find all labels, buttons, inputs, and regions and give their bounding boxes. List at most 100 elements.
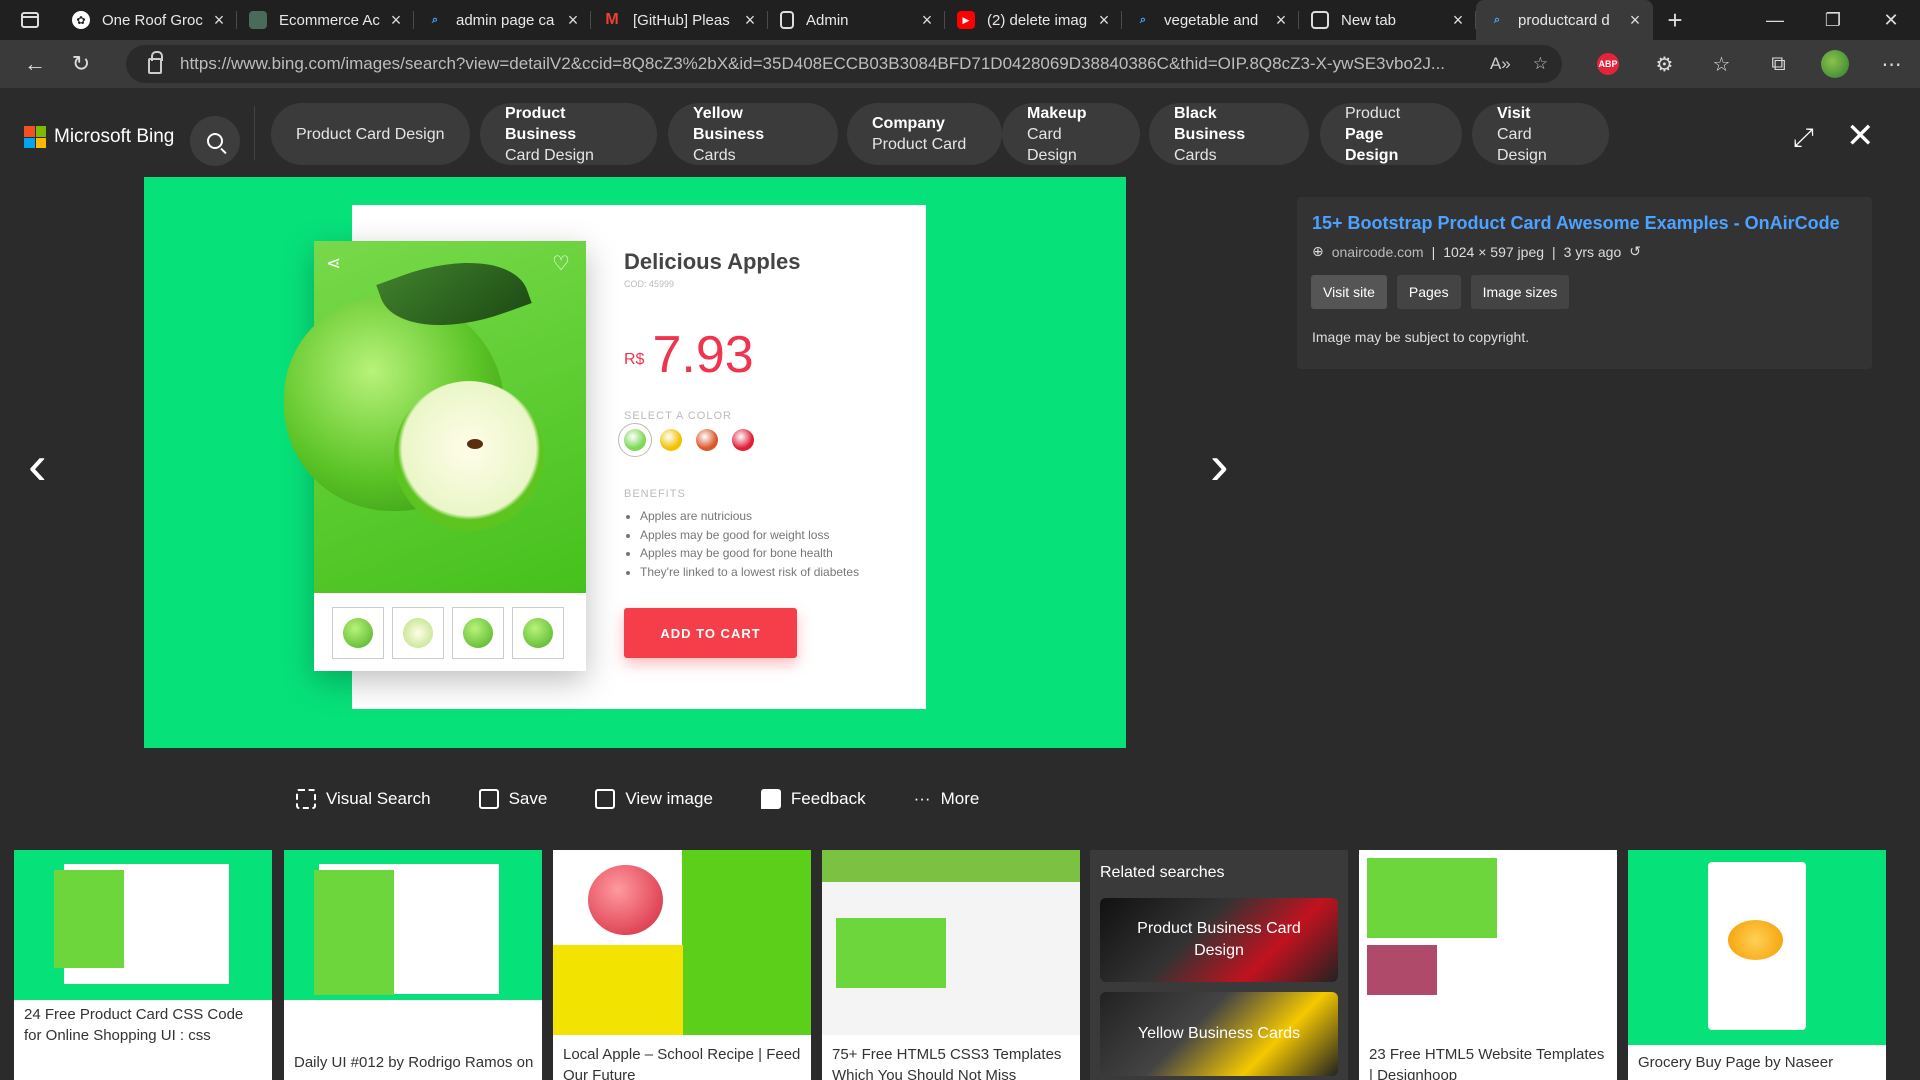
browser-tab[interactable]: ⌕ vegetable and × [1122, 0, 1299, 40]
browser-tab[interactable]: M [GitHub] Pleas × [591, 0, 768, 40]
image-sizes-button[interactable]: Image sizes [1470, 275, 1570, 309]
minimize-icon[interactable]: — [1746, 0, 1804, 40]
chip-label: Cards [1174, 146, 1217, 164]
close-tab-icon[interactable]: × [211, 10, 227, 31]
adblock-icon[interactable]: ABP [1597, 53, 1619, 75]
visual-search-icon [296, 789, 316, 809]
result-caption: Local Apple – School Recipe | Feed Our F… [563, 1046, 801, 1080]
visit-site-button[interactable]: Visit site [1311, 275, 1387, 309]
pages-button[interactable]: Pages [1396, 275, 1461, 309]
main-preview-image[interactable]: ⋖ ♡ Delicious Apples COD: 45999 R$ 7.93 … [144, 177, 1126, 748]
related-chip[interactable]: Product Business Card Design [480, 103, 657, 165]
related-chip[interactable]: Yellow Business Cards [668, 103, 838, 165]
close-tab-icon[interactable]: × [1273, 10, 1289, 31]
close-tab-icon[interactable]: × [388, 10, 404, 31]
browser-tab[interactable]: New tab × [1299, 0, 1476, 40]
related-chip[interactable]: Black Business Cards [1149, 103, 1309, 165]
result-card[interactable]: 23 Free HTML5 Website Templates | Design… [1359, 850, 1617, 1080]
apple-seed [467, 439, 483, 449]
result-card[interactable]: Grocery Buy Page by Naseer [1628, 850, 1886, 1080]
restore-icon[interactable]: ❐ [1804, 0, 1862, 40]
close-tab-icon[interactable]: × [1450, 10, 1466, 31]
view-image-button[interactable]: View image [595, 789, 713, 809]
refresh-icon[interactable]: ↻ [58, 44, 104, 84]
result-card[interactable]: 75+ Free HTML5 CSS3 Templates Which You … [822, 850, 1080, 1080]
benefit-item: Apples are nutricious [640, 507, 859, 526]
close-tab-icon[interactable]: × [565, 10, 581, 31]
close-tab-icon[interactable]: × [1096, 10, 1112, 31]
tab-title: Ecommerce Ac [279, 11, 380, 29]
price-value: 7.93 [652, 326, 754, 384]
action-label: Feedback [790, 789, 866, 808]
related-chip[interactable]: Product Card Design [271, 103, 470, 165]
related-search-item[interactable]: Yellow Business Cards [1100, 992, 1338, 1076]
url-field[interactable]: https://www.bing.com/images/search?view=… [126, 45, 1562, 83]
related-chip[interactable]: Product Page Design [1320, 103, 1462, 165]
result-card[interactable]: Local Apple – School Recipe | Feed Our F… [553, 850, 811, 1080]
chip-label: Product [1345, 104, 1401, 122]
close-window-icon[interactable]: ✕ [1862, 0, 1920, 40]
browser-tab[interactable]: ⌕ admin page ca × [414, 0, 591, 40]
browser-tab[interactable]: Admin × [768, 0, 945, 40]
benefits-label: BENEFITS [624, 488, 686, 500]
close-tab-icon[interactable]: × [1627, 10, 1643, 31]
close-icon[interactable]: ✕ [1846, 116, 1875, 156]
save-button[interactable]: Save [478, 789, 547, 809]
browser-tab[interactable]: Ecommerce Ac × [237, 0, 414, 40]
divider [254, 106, 255, 160]
expand-icon[interactable]: ⤢ [1793, 122, 1814, 154]
profile-avatar[interactable] [1821, 50, 1849, 78]
add-favorite-icon[interactable]: ☆ [1533, 54, 1548, 74]
result-card[interactable]: Daily UI #012 by Rodrigo Ramos on [284, 850, 542, 1080]
browser-tab-active[interactable]: ⌕ productcard d × [1476, 0, 1653, 40]
benefit-item: Apples may be good for bone health [640, 544, 859, 563]
apples-photo [836, 918, 946, 988]
product-title: Delicious Apples [624, 249, 801, 274]
collections-icon[interactable]: ⧉ [1750, 44, 1807, 84]
thumbnail [452, 607, 504, 659]
source-title-link[interactable]: 15+ Bootstrap Product Card Awesome Examp… [1312, 213, 1840, 234]
thumbnail [392, 607, 444, 659]
related-chip[interactable]: Visit Card Design [1472, 103, 1609, 165]
favorites-icon[interactable]: ☆ [1693, 44, 1750, 84]
select-color-label: SELECT A COLOR [624, 410, 732, 422]
related-chip[interactable]: Makeup Card Design [1002, 103, 1140, 165]
read-aloud-icon[interactable]: A» [1490, 54, 1511, 74]
browser-tab[interactable]: ▶ (2) delete imag × [945, 0, 1122, 40]
back-icon[interactable]: ← [12, 44, 58, 84]
new-tab-button[interactable]: + [1653, 5, 1697, 36]
info-buttons: Visit site Pages Image sizes [1311, 275, 1570, 309]
extensions-icon[interactable]: ⚙ [1636, 44, 1693, 84]
close-tab-icon[interactable]: × [742, 10, 758, 31]
site-icon [249, 11, 267, 29]
source-host[interactable]: onaircode.com [1332, 244, 1424, 260]
close-tab-icon[interactable]: × [919, 10, 935, 31]
next-image-icon[interactable]: › [1210, 432, 1229, 497]
thumbnail [332, 607, 384, 659]
bing-logo[interactable]: Microsoft Bing [24, 126, 174, 148]
result-caption: Daily UI #012 by Rodrigo Ramos on [294, 1054, 534, 1071]
more-button[interactable]: ··· More [914, 789, 980, 809]
tab-actions-button[interactable] [0, 0, 60, 40]
more-menu-icon[interactable]: ⋯ [1863, 44, 1920, 84]
feedback-button[interactable]: Feedback [760, 789, 866, 809]
tab-title: admin page ca [456, 11, 555, 29]
price-currency: R$ [624, 351, 645, 368]
image-info-panel: 15+ Bootstrap Product Card Awesome Examp… [1297, 197, 1872, 369]
action-label: More [940, 789, 980, 808]
history-icon: ↺ [1629, 243, 1641, 259]
benefit-item: Apples may be good for weight loss [640, 526, 859, 545]
visual-search-button[interactable]: Visual Search [296, 789, 431, 809]
source-meta: ⊕ onaircode.com | 1024 × 597 jpeg | 3 yr… [1312, 243, 1641, 260]
related-chip[interactable]: Company Product Card [847, 103, 1002, 165]
url-text: https://www.bing.com/images/search?view=… [180, 54, 1446, 73]
result-card[interactable]: 24 Free Product Card CSS Code for Online… [14, 850, 272, 1080]
search-button[interactable] [190, 116, 240, 166]
thumbnail [512, 607, 564, 659]
image-age: 3 yrs ago [1563, 243, 1622, 260]
related-search-item[interactable]: Product Business Card Design [1100, 898, 1338, 982]
tab-title: Admin [806, 11, 849, 29]
result-thumbnail [1359, 850, 1617, 1035]
previous-image-icon[interactable]: ‹ [28, 432, 47, 497]
browser-tab[interactable]: ✿ One Roof Groc × [60, 0, 237, 40]
